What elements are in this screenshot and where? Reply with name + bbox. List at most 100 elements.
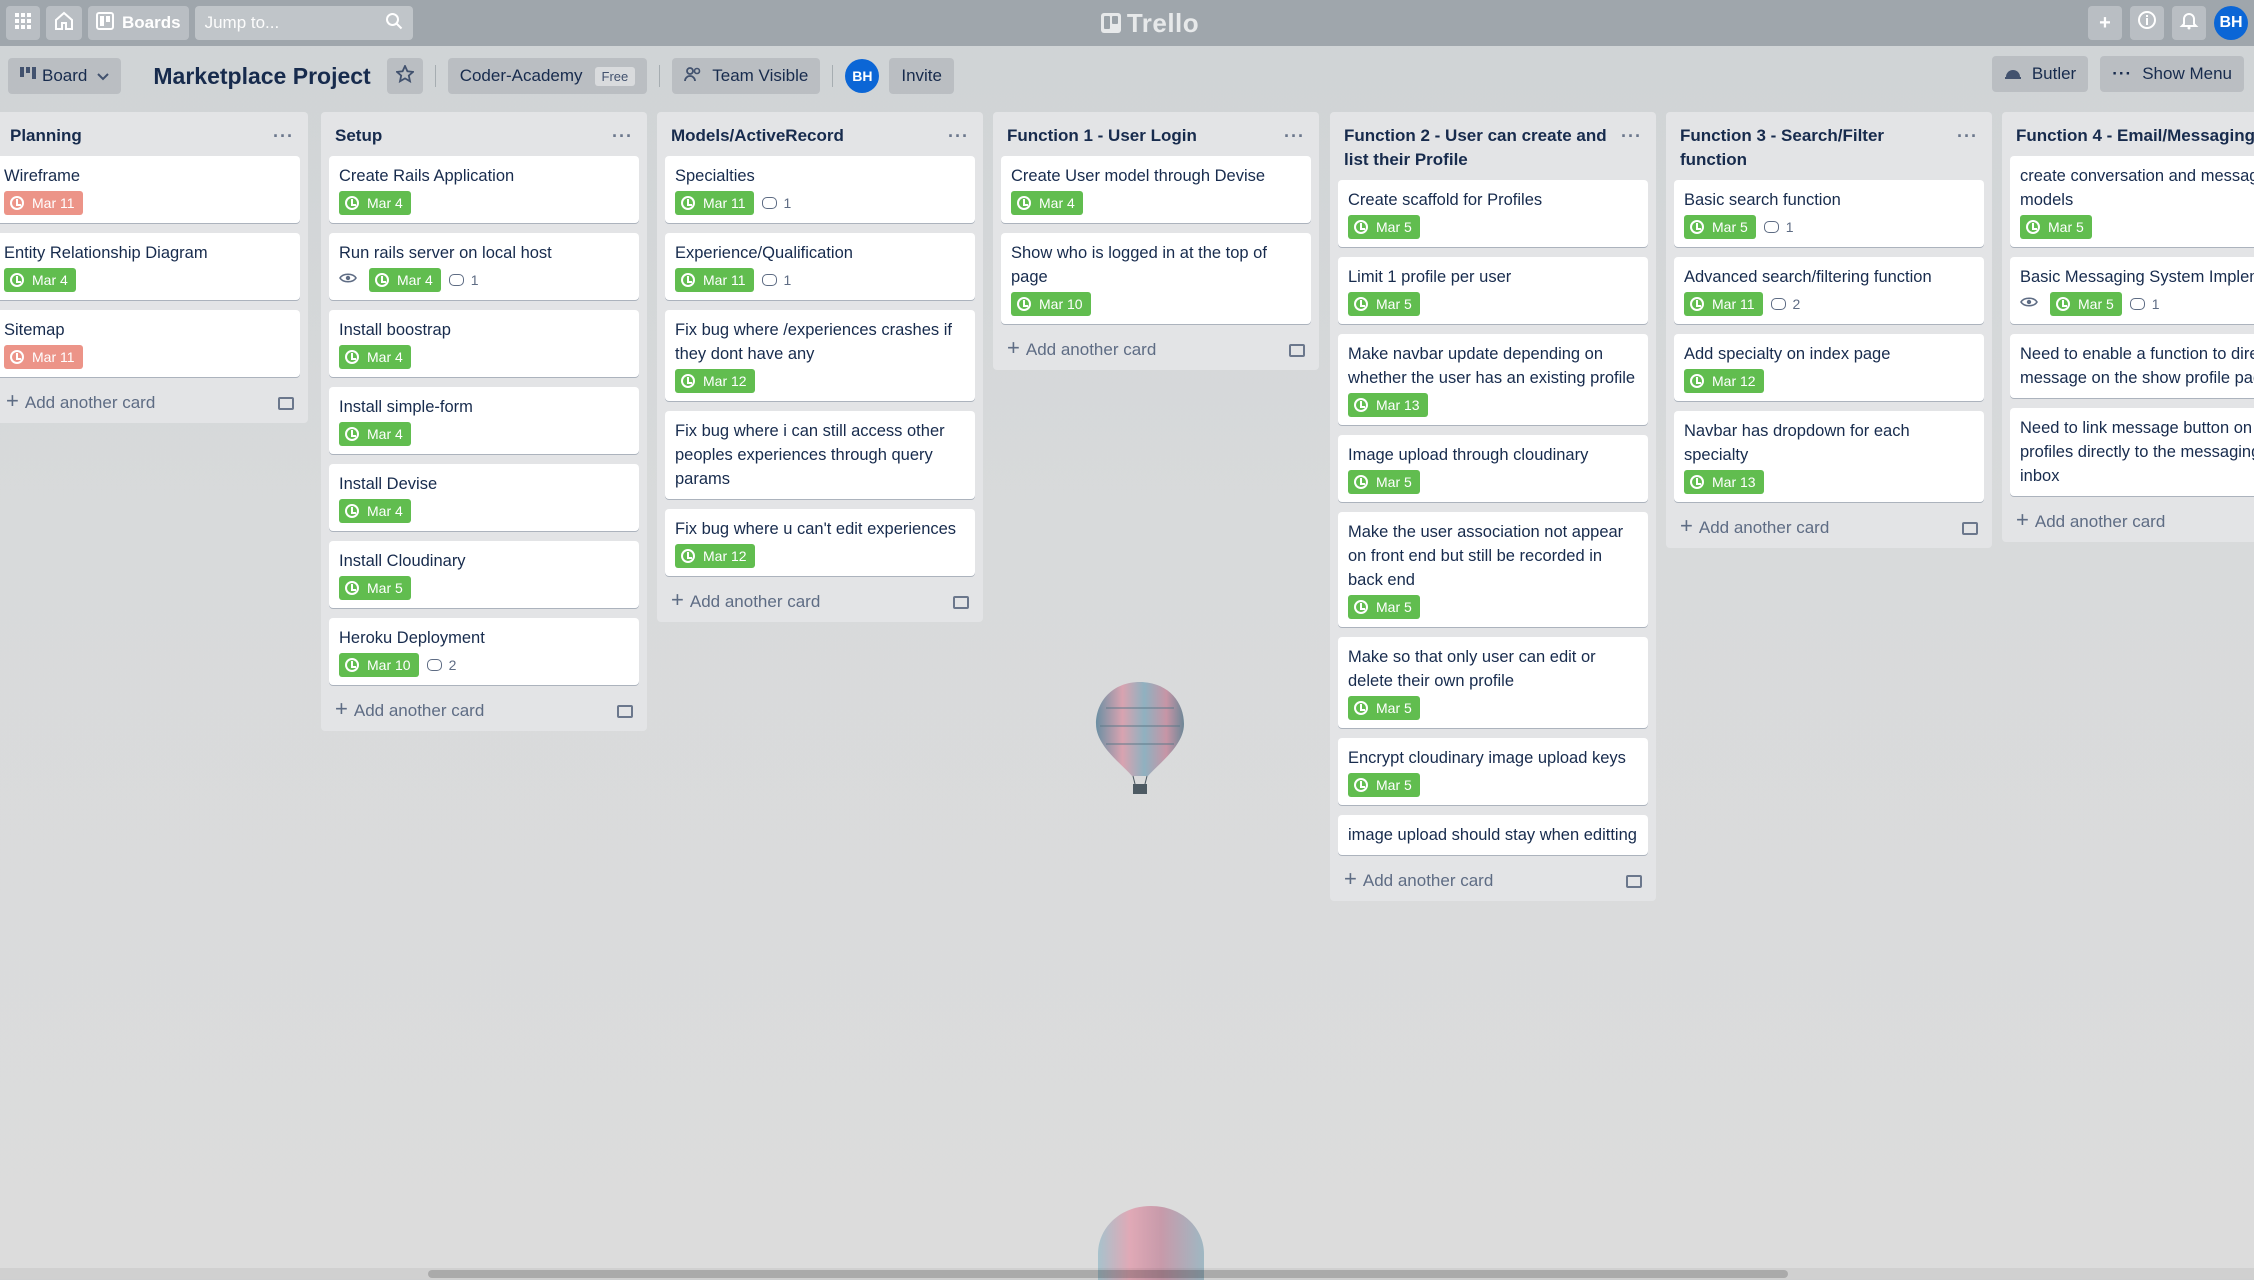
due-date-badge[interactable]: Mar 5 [1348, 215, 1420, 239]
board-title[interactable]: Marketplace Project [153, 63, 370, 90]
due-date-badge[interactable]: Mar 5 [1348, 773, 1420, 797]
list-title[interactable]: Planning [0, 124, 82, 148]
list-menu-icon[interactable]: ··· [1621, 124, 1642, 148]
due-date-badge[interactable]: Mar 5 [2050, 292, 2122, 316]
card[interactable]: Image upload through cloudinary Mar 5 [1338, 435, 1648, 502]
card[interactable]: Basic search function Mar 5 1 [1674, 180, 1984, 247]
card-template-icon[interactable] [953, 595, 969, 609]
card[interactable]: Make the user association not appear on … [1338, 512, 1648, 627]
info-button[interactable] [2130, 6, 2164, 40]
add-card-button[interactable]: + Add another card [0, 387, 300, 415]
card[interactable]: Add specialty on index page Mar 12 [1674, 334, 1984, 401]
list-title[interactable]: Function 3 - Search/Filter function [1680, 124, 1900, 172]
visibility-button[interactable]: Team Visible [672, 58, 821, 94]
card[interactable]: Need to enable a function to direct mess… [2010, 334, 2254, 398]
due-date-badge[interactable]: Mar 11 [4, 345, 83, 369]
card[interactable]: Install simple-form Mar 4 [329, 387, 639, 454]
search-input[interactable]: Jump to... [194, 6, 413, 40]
card-template-icon[interactable] [1289, 343, 1305, 357]
due-date-badge[interactable]: Mar 13 [1348, 393, 1428, 417]
add-card-button[interactable]: + Add another card [2010, 506, 2254, 534]
card[interactable]: Need to link message button on profiles … [2010, 408, 2254, 496]
trello-logo[interactable]: Trello [1075, 7, 1225, 39]
due-date-badge[interactable]: Mar 4 [339, 191, 411, 215]
notifications-button[interactable] [2172, 6, 2206, 40]
card[interactable]: Fix bug where /experiences crashes if th… [665, 310, 975, 401]
butler-button[interactable]: Butler [1991, 56, 2089, 92]
due-date-badge[interactable]: Mar 11 [1684, 292, 1763, 316]
due-date-badge[interactable]: Mar 5 [1348, 595, 1420, 619]
list-menu-icon[interactable]: ··· [1957, 124, 1978, 148]
invite-button[interactable]: Invite [889, 58, 954, 94]
card[interactable]: Create User model through Devise Mar 4 [1001, 156, 1311, 223]
due-date-badge[interactable]: Mar 11 [675, 191, 754, 215]
card[interactable]: Encrypt cloudinary image upload keys Mar… [1338, 738, 1648, 805]
member-avatar[interactable]: BH [845, 59, 880, 93]
card[interactable]: Run rails server on local host Mar 4 1 [329, 233, 639, 300]
board-view-switcher[interactable]: Board [8, 58, 122, 94]
card[interactable]: Install Cloudinary Mar 5 [329, 541, 639, 608]
list-menu-icon[interactable]: ··· [612, 124, 633, 148]
star-button[interactable] [386, 58, 423, 94]
card[interactable]: Create Rails Application Mar 4 [329, 156, 639, 223]
due-date-badge[interactable]: Mar 5 [2020, 215, 2092, 239]
card[interactable]: Fix bug where i can still access other p… [665, 411, 975, 499]
due-date-badge[interactable]: Mar 4 [1011, 191, 1083, 215]
list-menu-icon[interactable]: ··· [1284, 124, 1305, 148]
card[interactable]: Install boostrap Mar 4 [329, 310, 639, 377]
list-title[interactable]: Models/ActiveRecord [671, 124, 844, 148]
boards-button[interactable]: Boards [88, 6, 189, 40]
list-title[interactable]: Function 2 - User can create and list th… [1344, 124, 1614, 172]
card[interactable]: Make navbar update depending on whether … [1338, 334, 1648, 425]
home-button[interactable] [46, 6, 82, 40]
scrollbar-thumb[interactable] [428, 1270, 1788, 1278]
horizontal-scrollbar[interactable] [0, 1268, 2254, 1280]
card-template-icon[interactable] [278, 396, 294, 410]
card[interactable]: Limit 1 profile per user Mar 5 [1338, 257, 1648, 324]
list-title[interactable]: Setup [335, 124, 382, 148]
card[interactable]: create conversation and message models M… [2010, 156, 2254, 247]
list-header[interactable]: Planning ··· [0, 118, 300, 156]
due-date-badge[interactable]: Mar 12 [675, 369, 755, 393]
list-menu-icon[interactable]: ··· [948, 124, 969, 148]
list-header[interactable]: Function 4 - Email/Messaging [2010, 118, 2254, 156]
due-date-badge[interactable]: Mar 4 [339, 499, 411, 523]
card[interactable]: Fix bug where u can't edit experiences M… [665, 509, 975, 576]
user-avatar[interactable]: BH [2214, 6, 2248, 40]
card[interactable]: Make so that only user can edit or delet… [1338, 637, 1648, 728]
due-date-badge[interactable]: Mar 5 [1684, 215, 1756, 239]
due-date-badge[interactable]: Mar 4 [339, 422, 411, 446]
due-date-badge[interactable]: Mar 11 [675, 268, 754, 292]
create-button[interactable]: + [2088, 6, 2122, 40]
add-card-button[interactable]: + Add another card [329, 695, 639, 723]
card[interactable]: Install Devise Mar 4 [329, 464, 639, 531]
due-date-badge[interactable]: Mar 5 [1348, 470, 1420, 494]
card[interactable]: Entity Relationship Diagram Mar 4 [0, 233, 300, 300]
card[interactable]: Sitemap Mar 11 [0, 310, 300, 377]
card[interactable]: image upload should stay when editting [1338, 815, 1648, 855]
due-date-badge[interactable]: Mar 10 [339, 653, 419, 677]
card-template-icon[interactable] [1962, 521, 1978, 535]
card[interactable]: Show who is logged in at the top of page… [1001, 233, 1311, 324]
list-header[interactable]: Function 3 - Search/Filter function ··· [1674, 118, 1984, 180]
due-date-badge[interactable]: Mar 5 [1348, 696, 1420, 720]
card[interactable]: Experience/Qualification Mar 11 1 [665, 233, 975, 300]
card[interactable]: Navbar has dropdown for each specialty M… [1674, 411, 1984, 502]
due-date-badge[interactable]: Mar 4 [339, 345, 411, 369]
add-card-button[interactable]: + Add another card [1001, 334, 1311, 362]
list-title[interactable]: Function 4 - Email/Messaging [2016, 124, 2254, 148]
list-header[interactable]: Function 1 - User Login ··· [1001, 118, 1311, 156]
due-date-badge[interactable]: Mar 4 [369, 268, 441, 292]
add-card-button[interactable]: + Add another card [1338, 865, 1648, 893]
due-date-badge[interactable]: Mar 13 [1684, 470, 1764, 494]
card[interactable]: Heroku Deployment Mar 10 2 [329, 618, 639, 685]
team-button[interactable]: Coder-Academy Free [447, 58, 648, 94]
show-menu-button[interactable]: ··· Show Menu [2100, 56, 2244, 92]
due-date-badge[interactable]: Mar 11 [4, 191, 83, 215]
due-date-badge[interactable]: Mar 12 [675, 544, 755, 568]
apps-grid-button[interactable] [6, 6, 40, 40]
list-header[interactable]: Function 2 - User can create and list th… [1338, 118, 1648, 180]
due-date-badge[interactable]: Mar 4 [4, 268, 76, 292]
add-card-button[interactable]: + Add another card [1674, 512, 1984, 540]
list-title[interactable]: Function 1 - User Login [1007, 124, 1197, 148]
